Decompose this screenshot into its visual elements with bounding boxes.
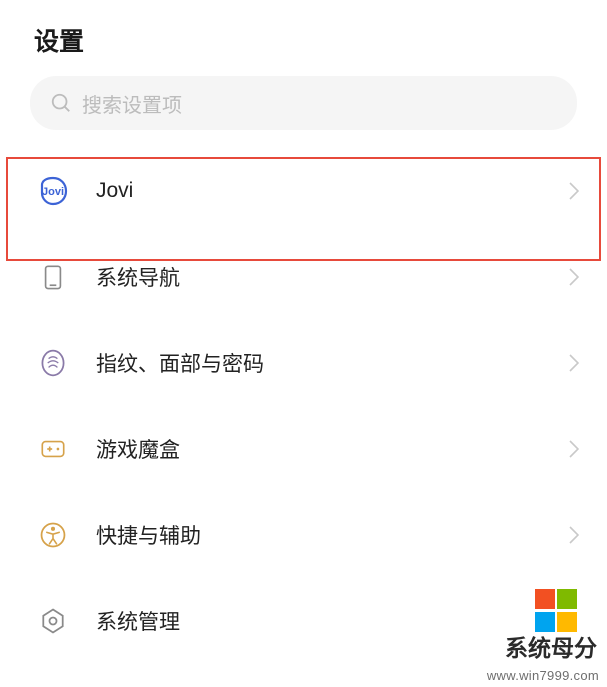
watermark-logo-icon [535,589,579,633]
watermark-brand: 系统⺟分 [505,629,597,663]
row-shortcut-accessibility[interactable]: 快捷与辅助 [0,492,607,578]
row-label: 指纹、面部与密码 [96,348,569,378]
row-biometric[interactable]: 指纹、面部与密码 [0,320,607,406]
row-system-navigation[interactable]: 系统导航 [0,234,607,320]
chevron-right-icon [569,440,579,458]
chevron-right-icon [569,354,579,372]
svg-text:Jovi: Jovi [42,186,64,198]
row-label: 快捷与辅助 [96,520,569,550]
row-label: 系统导航 [96,262,569,292]
gear-hex-icon [36,604,70,638]
row-label: Jovi [96,179,569,203]
search-input[interactable]: 搜索设置项 [30,76,577,130]
fingerprint-icon [36,346,70,380]
row-game-box[interactable]: 游戏魔盒 [0,406,607,492]
row-jovi[interactable]: Jovi Jovi [0,148,607,234]
gamepad-icon [36,432,70,466]
accessibility-icon [36,518,70,552]
watermark-url: www.win7999.com [487,668,599,683]
row-label: 游戏魔盒 [96,434,569,464]
chevron-right-icon [569,526,579,544]
chevron-right-icon [569,182,579,200]
chevron-right-icon [569,268,579,286]
phone-nav-icon [36,260,70,294]
jovi-icon: Jovi [36,174,70,208]
search-placeholder: 搜索设置项 [82,89,182,118]
search-icon [50,92,72,114]
page-title: 设置 [0,0,607,76]
